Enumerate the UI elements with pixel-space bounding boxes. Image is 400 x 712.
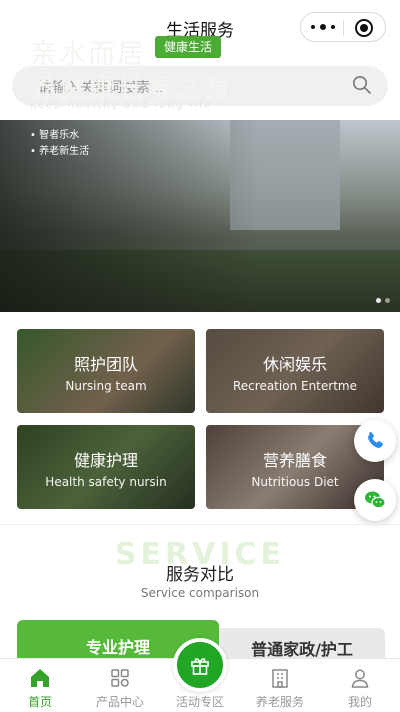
capsule-divider: [343, 20, 344, 36]
section-subtitle: Service comparison: [140, 586, 260, 600]
nav-label: 产品中心: [95, 695, 144, 709]
service-card-subtitle: Health safety nursin: [45, 475, 167, 489]
building-icon: [272, 669, 288, 688]
home-icon: [31, 669, 49, 687]
carousel-dots[interactable]: [376, 298, 390, 303]
service-card-health-care[interactable]: 健康护理 Health safety nursin: [17, 425, 195, 509]
wechat-button[interactable]: [354, 479, 396, 521]
service-card-nursing-team[interactable]: 照护团队 Nursing team: [17, 329, 195, 413]
nav-label: 我的: [347, 695, 372, 709]
user-icon: [351, 669, 369, 688]
gift-icon: [191, 658, 209, 675]
section-divider: [0, 524, 400, 525]
more-icon[interactable]: [311, 19, 335, 35]
close-target-icon[interactable]: [355, 19, 373, 37]
section-title: 服务对比: [166, 565, 234, 585]
nav-label: 首页: [27, 695, 52, 709]
phone-icon: [368, 432, 383, 448]
nav-item-home[interactable]: 首页: [0, 659, 80, 712]
call-button[interactable]: [354, 420, 396, 462]
service-card-recreation[interactable]: 休闲娱乐 Recreation Entertme: [206, 329, 384, 413]
banner-tag: 健康生活: [155, 36, 222, 58]
activities-center-button[interactable]: [173, 638, 227, 692]
banner-bullets: • 智者乐水 • 养老新生活: [30, 128, 89, 160]
banner-bullet: • 智者乐水: [30, 130, 80, 141]
nav-label: 养老服务: [255, 695, 304, 709]
grid-icon: [111, 669, 129, 687]
nav-item-products[interactable]: 产品中心: [80, 659, 160, 712]
service-card-title: 休闲娱乐: [262, 355, 327, 374]
nav-item-elderly-services[interactable]: 养老服务: [240, 659, 320, 712]
banner-english-text: Keep healthy and long life: [30, 100, 213, 111]
service-card-title: 健康护理: [73, 451, 138, 470]
wechat-icon: [365, 491, 386, 509]
service-card-title: 照护团队: [73, 355, 138, 374]
banner-bullet: • 养老新生活: [30, 146, 90, 157]
mini-program-capsule: [300, 12, 386, 42]
service-card-subtitle: Recreation Entertme: [233, 379, 357, 393]
search-icon[interactable]: [352, 75, 372, 95]
nav-label: 活动专区: [175, 695, 224, 709]
service-card-subtitle: Nursing team: [65, 379, 147, 393]
nav-item-profile[interactable]: 我的: [320, 659, 400, 712]
